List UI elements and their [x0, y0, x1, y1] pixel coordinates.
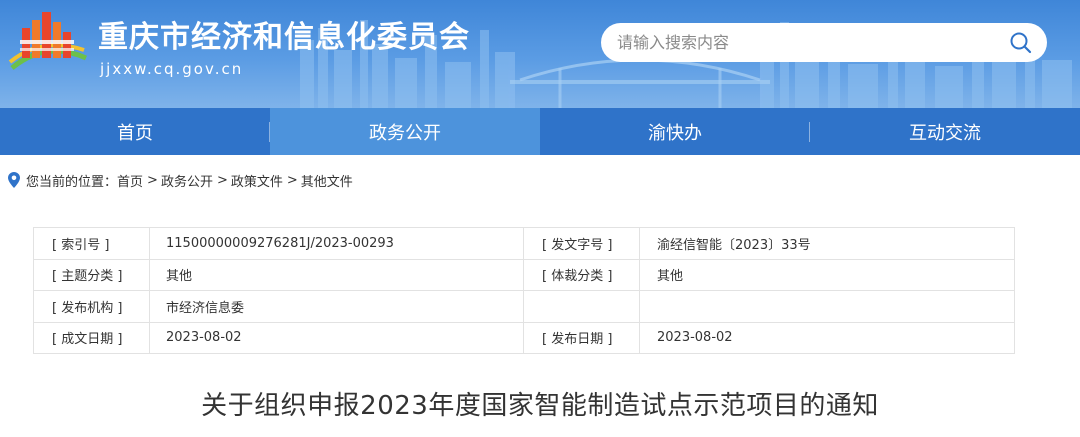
info-label-written-date: [ 成文日期 ]	[33, 321, 150, 354]
breadcrumb-government-affairs[interactable]: 政务公开	[161, 171, 213, 190]
document-info-table: [ 索引号 ] 11500000009276281J/2023-00293 [ …	[33, 227, 1015, 354]
chongqing-emblem-icon	[8, 12, 88, 70]
breadcrumb-other-documents[interactable]: 其他文件	[301, 171, 353, 190]
info-label-topic-category: [ 主题分类 ]	[33, 258, 150, 291]
breadcrumb-prefix: 您当前的位置：	[26, 174, 118, 190]
nav-item-home[interactable]: 首页	[0, 108, 270, 155]
breadcrumb-separator: >	[147, 172, 158, 188]
info-label-genre-category: [ 体裁分类 ]	[523, 258, 640, 291]
info-value-publisher: 市经济信息委	[149, 290, 524, 323]
breadcrumb-home[interactable]: 首页	[117, 171, 143, 190]
info-label-document-no: [ 发文字号 ]	[523, 227, 640, 260]
breadcrumb-separator: >	[216, 172, 228, 188]
main-nav: 首页 政务公开 渝快办 互动交流	[0, 108, 1080, 155]
breadcrumb-policy-documents[interactable]: 政策文件	[231, 171, 283, 190]
info-label-publish-date: [ 发布日期 ]	[523, 321, 640, 354]
info-value-index-no: 11500000009276281J/2023-00293	[149, 227, 524, 260]
search-input[interactable]	[617, 23, 997, 62]
info-value-publish-date: 2023-08-02	[639, 321, 1015, 354]
article-title: 关于组织申报2023年度国家智能制造试点示范项目的通知	[201, 391, 879, 421]
breadcrumb-separator: >	[286, 172, 298, 188]
info-value-empty	[639, 290, 1015, 323]
header-banner: 重庆市经济和信息化委员会 jjxxw.cq.gov.cn	[0, 0, 1080, 108]
nav-item-label: 政务公开	[369, 122, 441, 144]
nav-item-interaction[interactable]: 互动交流	[810, 108, 1080, 155]
breadcrumb: 您当前的位置： 首页 > 政务公开 > 政策文件 > 其他文件	[8, 170, 353, 190]
site-logo[interactable]	[6, 6, 90, 78]
nav-item-yukuaiban[interactable]: 渝快办	[540, 108, 810, 155]
info-value-written-date: 2023-08-02	[149, 321, 524, 354]
table-row: [ 索引号 ] 11500000009276281J/2023-00293 [ …	[33, 227, 1015, 260]
table-row: [ 成文日期 ] 2023-08-02 [ 发布日期 ] 2023-08-02	[33, 321, 1015, 354]
info-label-empty	[523, 290, 640, 323]
site-title[interactable]: 重庆市经济和信息化委员会	[98, 12, 470, 56]
info-label-publisher: [ 发布机构 ]	[33, 290, 150, 323]
table-row: [ 发布机构 ] 市经济信息委	[33, 290, 1015, 323]
info-value-topic-category: 其他	[149, 258, 524, 291]
site-domain: jjxxw.cq.gov.cn	[100, 60, 244, 78]
table-row: [ 主题分类 ] 其他 [ 体裁分类 ] 其他	[33, 258, 1015, 291]
location-pin-icon	[8, 172, 20, 188]
info-value-genre-category: 其他	[639, 258, 1015, 291]
nav-item-label: 互动交流	[909, 122, 981, 144]
nav-item-label: 渝快办	[648, 122, 702, 144]
info-label-index-no: [ 索引号 ]	[33, 227, 150, 260]
search-icon[interactable]	[1009, 31, 1033, 55]
info-value-document-no: 渝经信智能〔2023〕33号	[639, 227, 1015, 260]
nav-item-label: 首页	[117, 122, 153, 144]
search-box	[601, 23, 1047, 62]
nav-item-government-affairs[interactable]: 政务公开	[270, 108, 540, 155]
